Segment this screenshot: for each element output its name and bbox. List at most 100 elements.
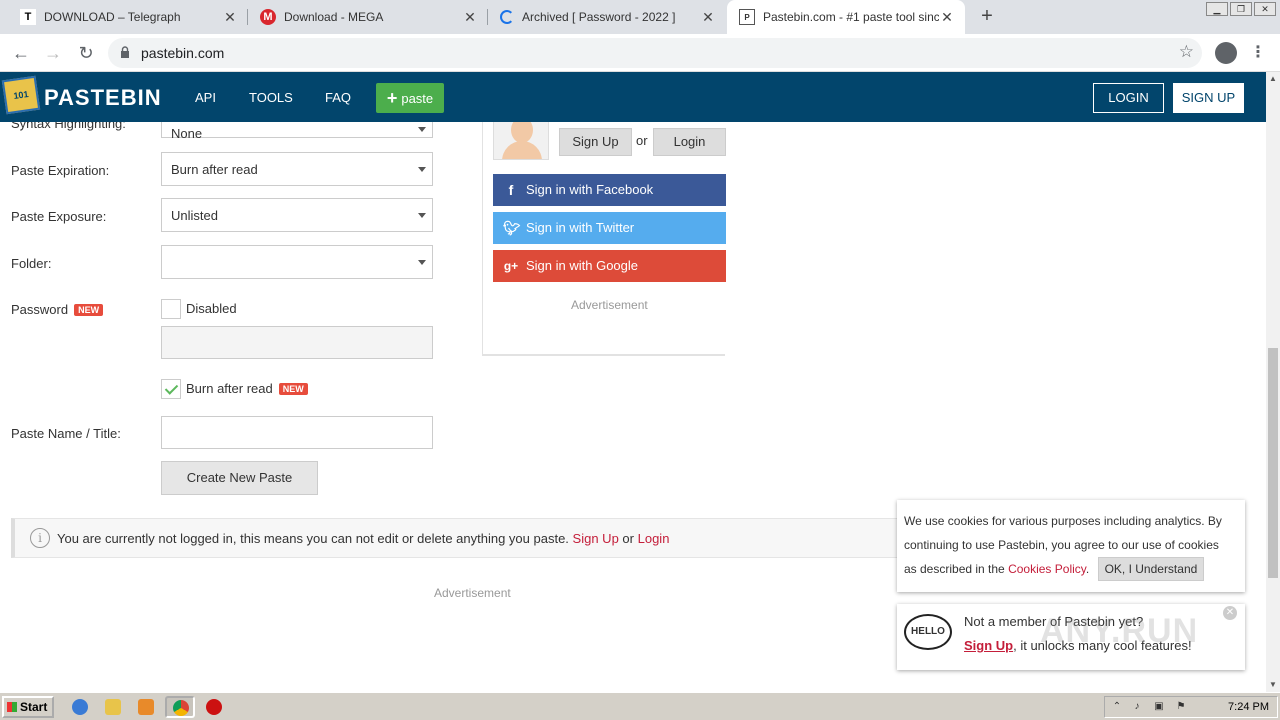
- flag-icon[interactable]: ⚑: [1175, 701, 1187, 713]
- volume-icon[interactable]: ♪: [1131, 701, 1143, 713]
- tab-title: DOWNLOAD – Telegraph: [44, 10, 181, 24]
- network-icon[interactable]: ▣: [1153, 701, 1165, 713]
- password-toggle-label: Disabled: [186, 301, 237, 316]
- syntax-select[interactable]: None: [161, 122, 433, 141]
- notice-or: or: [622, 531, 634, 546]
- advertisement-label: Advertisement: [434, 586, 511, 600]
- expiration-value: Burn after read: [171, 162, 258, 177]
- window-close-icon[interactable]: ✕: [1254, 2, 1276, 16]
- password-toggle-checkbox[interactable]: [161, 299, 181, 319]
- system-tray: ⌃ ♪ ▣ ⚑ 7:24 PM: [1104, 696, 1278, 718]
- password-input[interactable]: [161, 326, 433, 359]
- google-signin-button[interactable]: g+ Sign in with Google: [493, 250, 726, 282]
- loading-spinner-icon: [500, 10, 514, 24]
- url-text: pastebin.com: [141, 45, 225, 61]
- bookmark-star-icon[interactable]: ☆: [1179, 42, 1194, 62]
- sidebar-signup-button[interactable]: Sign Up: [559, 128, 632, 156]
- mega-favicon-icon: M: [260, 9, 276, 25]
- chrome-taskbar-button[interactable]: [165, 696, 195, 718]
- password-label: Password NEW: [11, 302, 104, 317]
- scroll-up-arrow-icon[interactable]: ▲: [1266, 72, 1280, 86]
- folder-select[interactable]: [161, 245, 433, 279]
- paste-title-input[interactable]: [161, 416, 433, 449]
- tab-pastebin[interactable]: P Pastebin.com - #1 paste tool since 2 ✕: [727, 0, 965, 34]
- start-button[interactable]: Start: [2, 696, 54, 718]
- cookies-policy-link[interactable]: Cookies Policy: [1008, 562, 1086, 576]
- tab-archived-password[interactable]: Archived [ Password - 2022 ] ✕: [488, 0, 726, 34]
- tab-telegraph[interactable]: T DOWNLOAD – Telegraph ✕: [8, 0, 248, 34]
- windows-taskbar: Start ⌃ ♪ ▣ ⚑ 7:24 PM: [0, 692, 1280, 720]
- notice-text: You are currently not logged in, this me…: [57, 531, 669, 546]
- not-logged-in-notice: i You are currently not logged in, this …: [11, 518, 931, 558]
- facebook-signin-button[interactable]: f Sign in with Facebook: [493, 174, 726, 206]
- close-tab-icon[interactable]: ✕: [462, 9, 478, 26]
- opera-icon[interactable]: [206, 699, 222, 715]
- tab-mega[interactable]: M Download - MEGA ✕: [248, 0, 488, 34]
- pastebin-header: 101 PASTEBIN API TOOLS FAQ + paste LOGIN…: [0, 72, 1266, 122]
- notice-message: You are currently not logged in, this me…: [57, 531, 569, 546]
- header-signup-button[interactable]: SIGN UP: [1173, 83, 1244, 113]
- back-arrow-icon[interactable]: ←: [9, 41, 33, 65]
- restore-icon[interactable]: ❐: [1230, 2, 1252, 16]
- chrome-menu-icon[interactable]: ⋮: [1250, 42, 1266, 64]
- exposure-value: Unlisted: [171, 208, 218, 223]
- google-label: Sign in with Google: [526, 258, 639, 273]
- notice-signup-link[interactable]: Sign Up: [573, 531, 619, 546]
- burn-after-read-label: Burn after read NEW: [186, 381, 308, 396]
- address-bar[interactable]: pastebin.com ☆: [108, 38, 1202, 68]
- create-paste-button[interactable]: Create New Paste: [161, 461, 318, 495]
- anyrun-watermark: ANY.RUN: [1040, 612, 1199, 650]
- reload-icon[interactable]: ↻: [74, 41, 98, 65]
- cookie-notice: We use cookies for various purposes incl…: [897, 500, 1245, 592]
- browser-tab-strip: T DOWNLOAD – Telegraph ✕ M Download - ME…: [0, 0, 1280, 34]
- promo-signup-link[interactable]: Sign Up: [964, 638, 1013, 653]
- password-label-text: Password: [11, 302, 69, 317]
- chevron-down-icon: [418, 260, 426, 265]
- folder-label: Folder:: [11, 256, 52, 271]
- folder-icon[interactable]: [105, 699, 121, 715]
- sidebar-login-button[interactable]: Login: [653, 128, 726, 156]
- cookie-ok-button[interactable]: OK, I Understand: [1097, 557, 1205, 581]
- forward-arrow-icon[interactable]: →: [41, 41, 65, 65]
- telegraph-favicon-icon: T: [20, 9, 36, 25]
- new-tab-icon[interactable]: +: [976, 6, 998, 28]
- notice-login-link[interactable]: Login: [638, 531, 670, 546]
- facebook-label: Sign in with Facebook: [526, 182, 654, 197]
- cookie-period: .: [1085, 562, 1090, 576]
- burn-after-read-checkbox[interactable]: [161, 379, 181, 399]
- sidebar-advertisement-label: Advertisement: [571, 298, 648, 312]
- scroll-down-arrow-icon[interactable]: ▼: [1266, 678, 1280, 692]
- nav-tools[interactable]: TOOLS: [249, 90, 293, 105]
- scrollbar-thumb[interactable]: [1268, 348, 1278, 578]
- hello-speech-bubble-icon: HELLO: [904, 614, 952, 650]
- profile-avatar-icon[interactable]: [1215, 42, 1237, 64]
- twitter-signin-button[interactable]: 🐦︎ Sign in with Twitter: [493, 212, 726, 244]
- nav-faq[interactable]: FAQ: [325, 90, 351, 105]
- twitter-label: Sign in with Twitter: [526, 220, 635, 235]
- new-paste-button[interactable]: + paste: [376, 83, 444, 113]
- burn-label-text: Burn after read: [186, 381, 273, 396]
- syntax-label: Syntax Highlighting:: [11, 122, 126, 131]
- minimize-icon[interactable]: ▁: [1206, 2, 1228, 16]
- exposure-select[interactable]: Unlisted: [161, 198, 433, 232]
- chevron-down-icon: [418, 213, 426, 218]
- syntax-value: None: [171, 126, 203, 141]
- close-tab-icon[interactable]: ✕: [222, 9, 238, 26]
- media-player-icon[interactable]: [138, 699, 154, 715]
- pastebin-logo-text[interactable]: PASTEBIN: [44, 85, 162, 111]
- chevron-down-icon: [418, 127, 426, 132]
- header-login-button[interactable]: LOGIN: [1093, 83, 1164, 113]
- chrome-icon: [173, 700, 189, 716]
- close-popup-icon[interactable]: ✕: [1223, 606, 1237, 620]
- expiration-select[interactable]: Burn after read: [161, 152, 433, 186]
- close-tab-icon[interactable]: ✕: [939, 9, 955, 26]
- paste-button-label: paste: [401, 90, 434, 106]
- pastebin-logo-icon[interactable]: 101: [1, 75, 41, 115]
- chevron-down-icon: [418, 167, 426, 172]
- page-scrollbar[interactable]: ▲ ▼: [1266, 72, 1280, 692]
- internet-explorer-icon[interactable]: [72, 699, 88, 715]
- nav-api[interactable]: API: [195, 90, 216, 105]
- close-tab-icon[interactable]: ✕: [700, 9, 716, 26]
- tray-expand-icon[interactable]: ⌃: [1111, 701, 1123, 713]
- taskbar-clock[interactable]: 7:24 PM: [1228, 701, 1269, 713]
